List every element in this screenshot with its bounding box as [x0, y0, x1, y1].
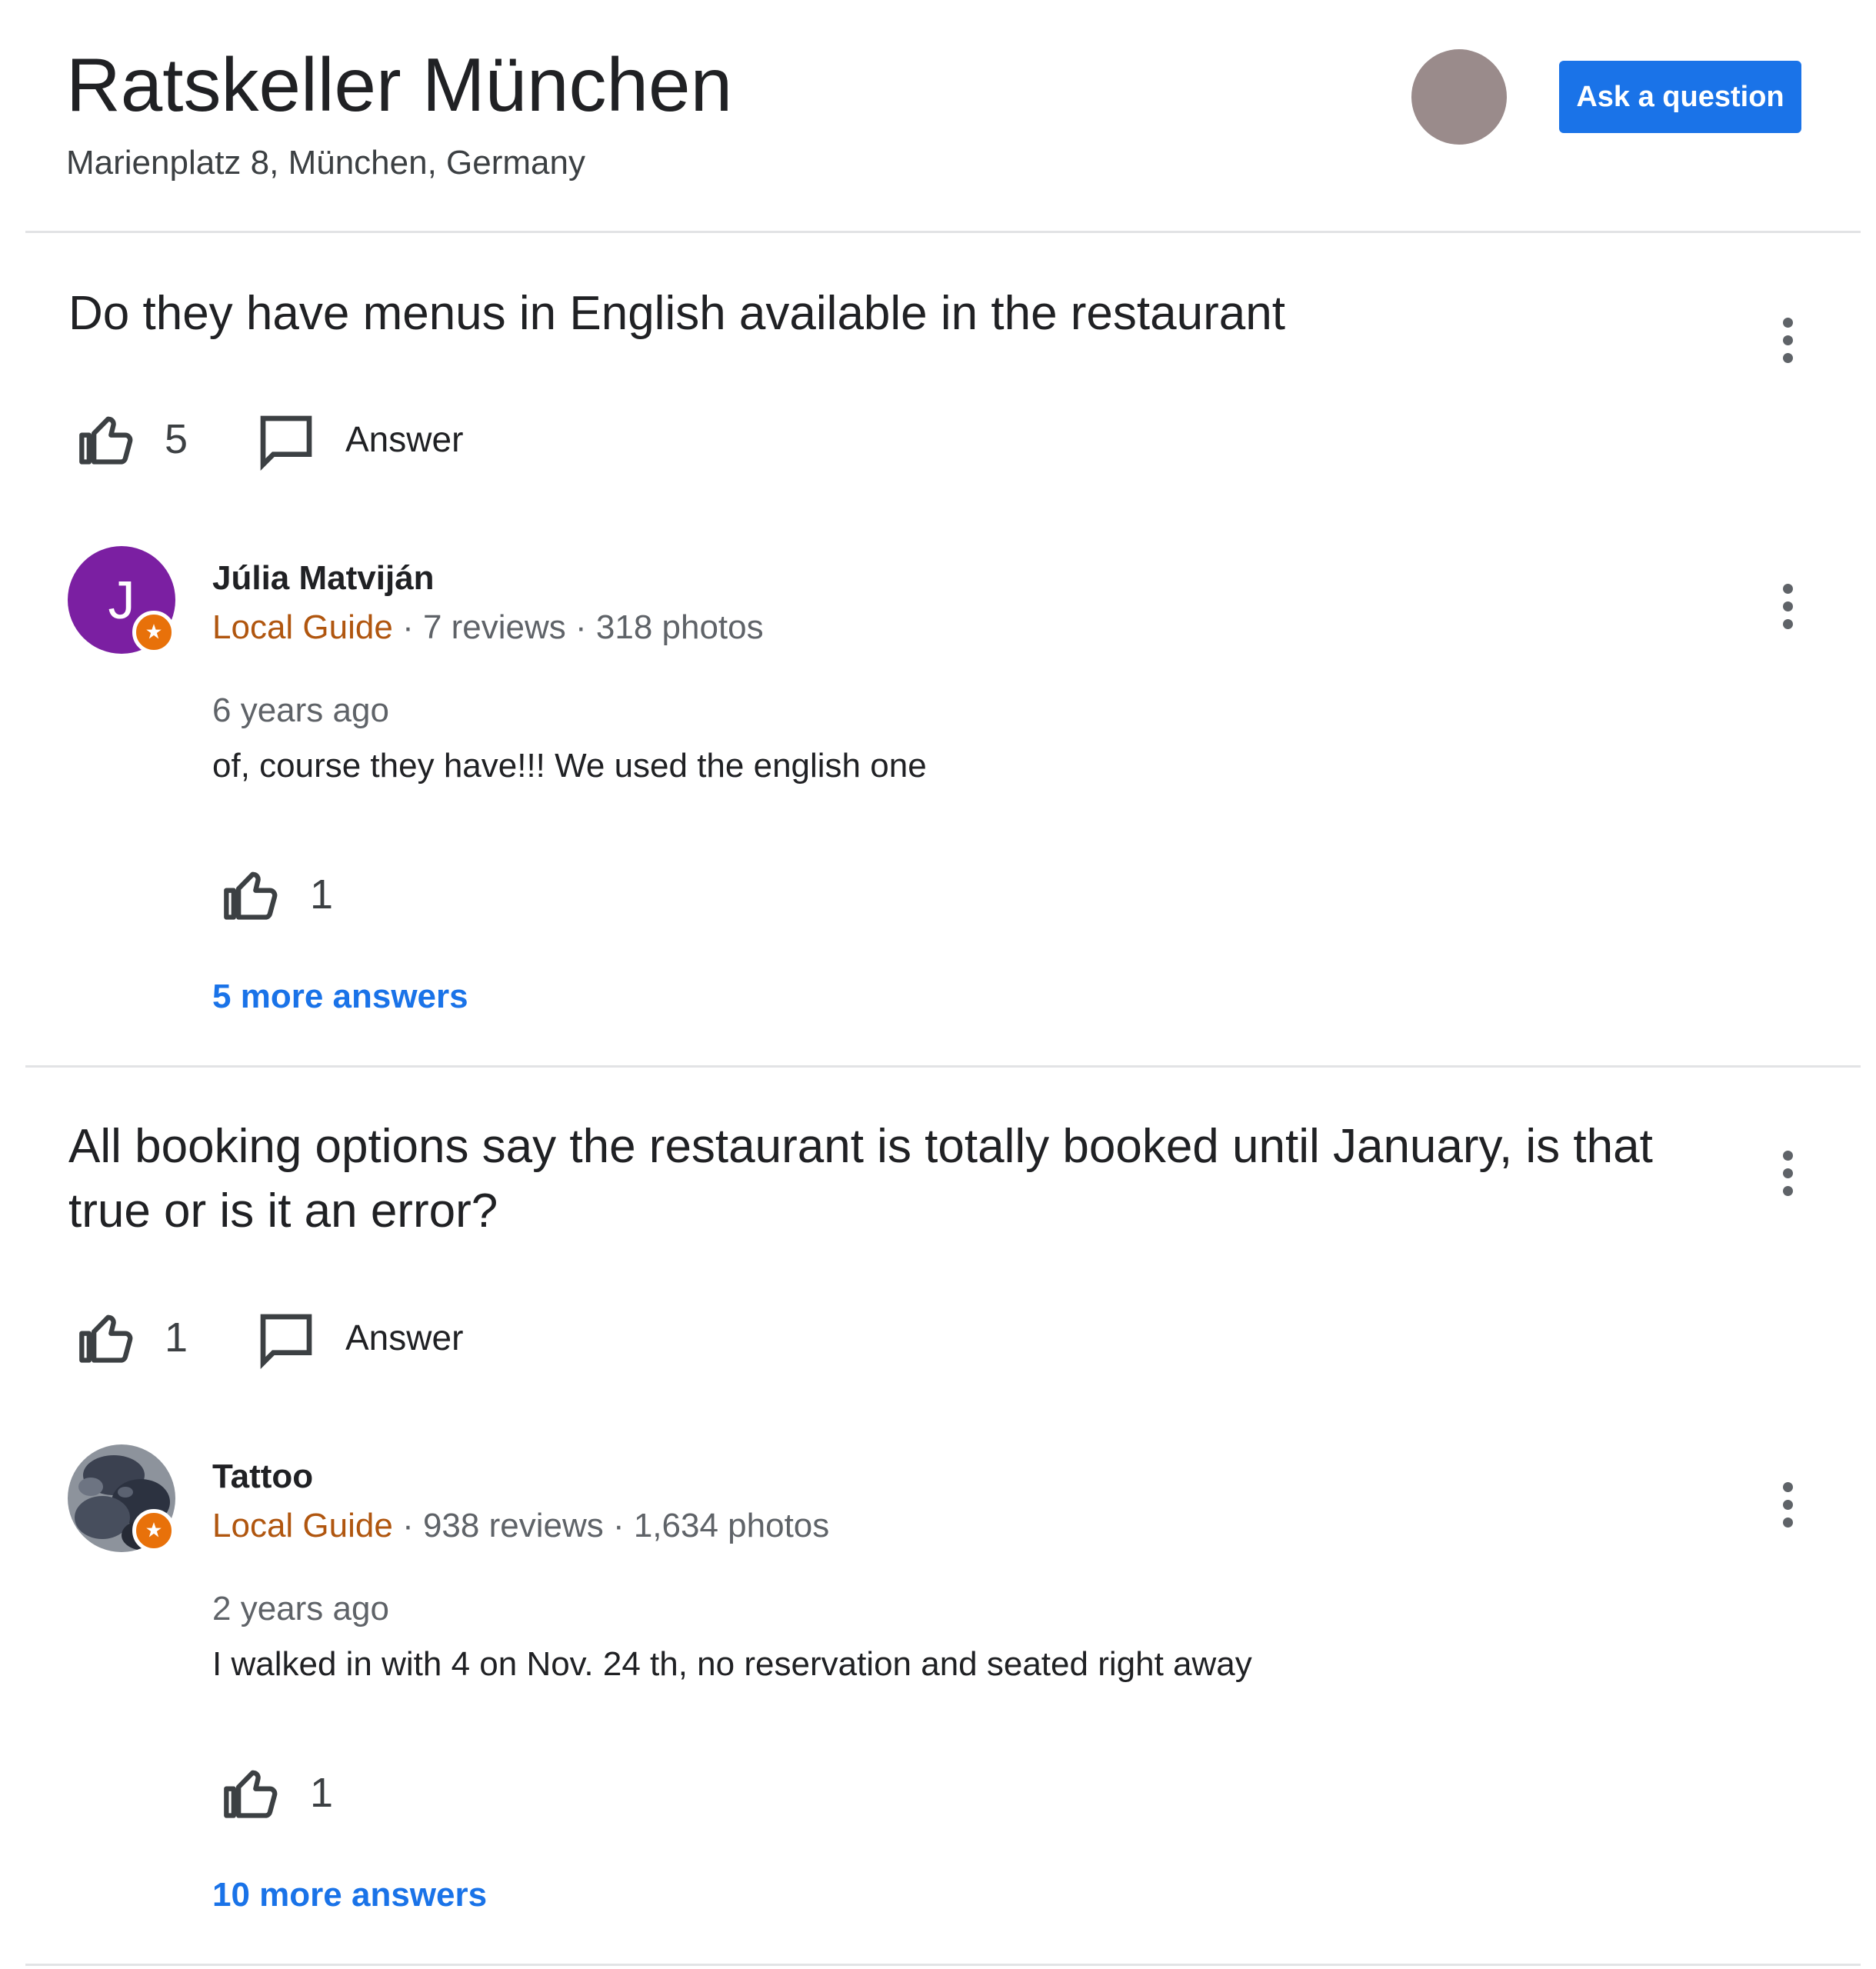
author-stats: · 938 reviews · 1,634 photos: [402, 1507, 830, 1544]
author-stats: · 7 reviews · 318 photos: [402, 608, 764, 646]
answer-time: 6 years ago: [212, 691, 389, 729]
question-like-count: 5: [165, 416, 188, 462]
question-text: Do they have menus in English available …: [68, 287, 1285, 340]
answer-button[interactable]: Answer: [345, 412, 463, 466]
comment-icon[interactable]: [255, 411, 317, 472]
answer-like-count: 1: [310, 871, 334, 918]
place-address: Marienplatz 8, München, Germany: [66, 144, 585, 182]
place-title: Ratskeller München: [66, 42, 733, 127]
author-meta: Local Guide · 7 reviews · 318 photos: [212, 605, 764, 651]
divider: [25, 1065, 1861, 1068]
more-answers-link[interactable]: 5 more answers: [212, 974, 468, 1020]
local-guide-star-icon: [132, 611, 175, 654]
local-guide-star-icon: [132, 1509, 175, 1552]
answer-more-icon[interactable]: [1764, 568, 1811, 645]
local-guide-label: Local Guide: [212, 1507, 393, 1544]
question-more-icon[interactable]: [1764, 1134, 1811, 1211]
author-name[interactable]: Júlia Matviján: [212, 557, 435, 600]
user-avatar[interactable]: [1411, 49, 1507, 145]
divider: [25, 1964, 1861, 1966]
answer-text: of, course they have!!! We used the engl…: [212, 747, 927, 785]
comment-icon[interactable]: [255, 1309, 317, 1371]
avatar[interactable]: [68, 1444, 175, 1552]
question-text: All booking options say the restaurant i…: [68, 1120, 1653, 1238]
answer-more-icon[interactable]: [1764, 1466, 1811, 1543]
ask-question-button[interactable]: Ask a question: [1559, 61, 1801, 133]
answer-time: 2 years ago: [212, 1590, 389, 1628]
more-answers-link[interactable]: 10 more answers: [212, 1872, 487, 1918]
question-like-count: 1: [165, 1314, 188, 1361]
thumb-up-icon[interactable]: [77, 411, 135, 469]
answer-button[interactable]: Answer: [345, 1311, 463, 1364]
answer-like-count: 1: [310, 1770, 334, 1816]
local-guide-label: Local Guide: [212, 608, 393, 646]
avatar[interactable]: J: [68, 546, 175, 654]
divider: [25, 231, 1861, 233]
answer-text: I walked in with 4 on Nov. 24 th, no res…: [212, 1645, 1252, 1683]
thumb-up-icon[interactable]: [222, 1764, 280, 1823]
author-name[interactable]: Tattoo: [212, 1455, 313, 1498]
thumb-up-icon[interactable]: [77, 1309, 135, 1368]
question-more-icon[interactable]: [1764, 302, 1811, 378]
thumb-up-icon[interactable]: [222, 866, 280, 925]
author-meta: Local Guide · 938 reviews · 1,634 photos: [212, 1503, 829, 1549]
